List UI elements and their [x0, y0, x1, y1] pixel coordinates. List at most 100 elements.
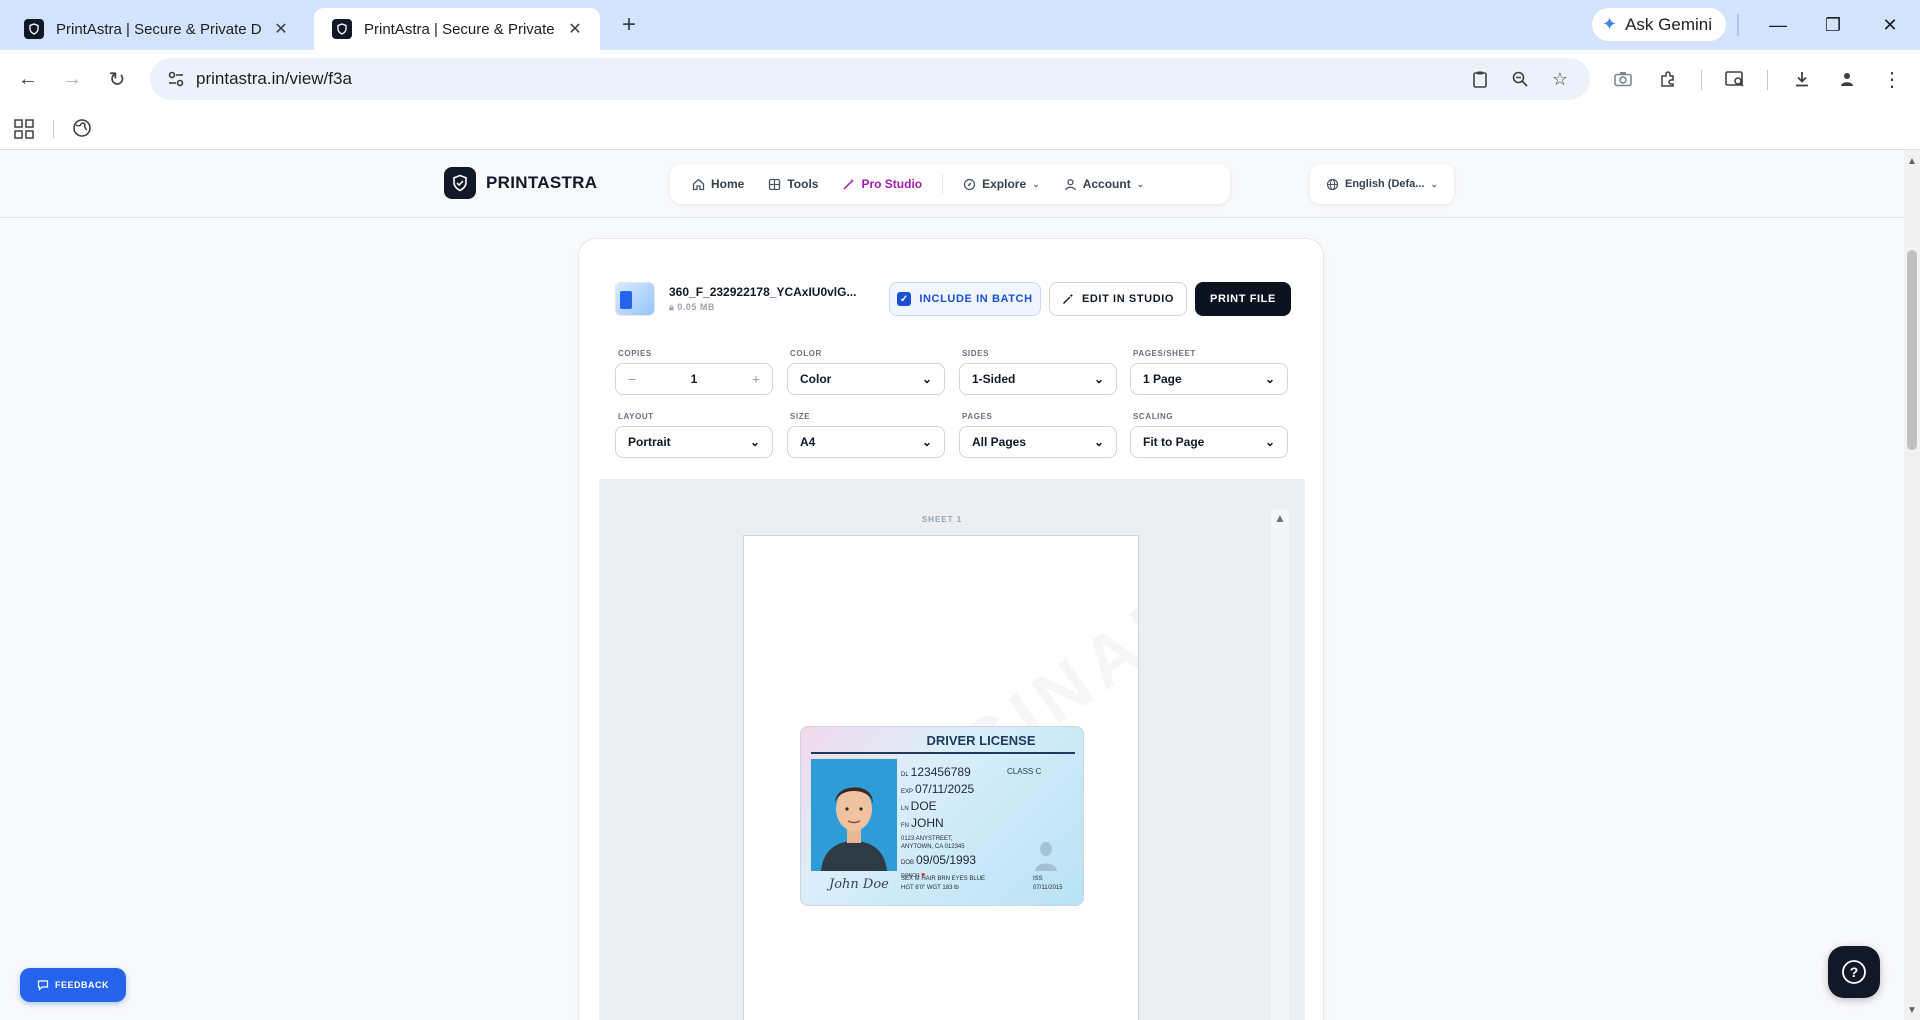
include-in-batch-toggle[interactable]: ✓ INCLUDE IN BATCH [889, 282, 1041, 316]
site-info-icon[interactable] [166, 69, 186, 89]
zoom-icon[interactable] [1508, 67, 1532, 91]
bookmark-star-icon[interactable]: ☆ [1548, 67, 1572, 91]
pages-select[interactable]: All Pages ⌄ [959, 426, 1117, 458]
scroll-down-icon[interactable]: ▼ [1907, 1005, 1917, 1016]
nav-explore-label: Explore [982, 177, 1027, 191]
print-card: 360_F_232922178_YCAxIU0vlG... 🔒︎ 0.05 MB… [578, 238, 1324, 1020]
license-photo [811, 759, 897, 871]
tab-close-icon[interactable]: ✕ [564, 18, 586, 40]
layout-option: LAYOUT Portrait ⌄ [615, 412, 773, 458]
printastra-favicon-icon [24, 19, 44, 39]
field-value: JOHN [911, 816, 944, 830]
edit-in-studio-button[interactable]: EDIT IN STUDIO [1049, 282, 1187, 316]
size-value: A4 [800, 435, 816, 449]
language-selector[interactable]: English (Defa... ⌄ [1310, 164, 1454, 204]
ask-gemini-label: Ask Gemini [1625, 14, 1713, 34]
more-menu-icon[interactable]: ⋮ [1875, 62, 1909, 96]
license-line: SEX M HAIR BRN EYES BLUE [901, 876, 986, 882]
chevron-down-icon: ⌄ [1264, 372, 1275, 386]
new-tab-button[interactable]: + [614, 12, 644, 40]
globe-icon [1326, 178, 1339, 190]
pages-label: PAGES [962, 412, 993, 421]
scrollbar-thumb[interactable] [1907, 250, 1917, 450]
nav-account-label: Account [1082, 177, 1131, 191]
browser-tab[interactable]: PrintAstra | Secure & Private Do ✕ [6, 8, 306, 50]
page-scrollbar[interactable]: ▲ ▼ [1904, 150, 1920, 1020]
field-key: EXP [901, 789, 914, 795]
forward-icon[interactable]: → [55, 62, 89, 96]
wand-icon [1062, 293, 1074, 304]
tab-title: PrintAstra | Secure & Private Do [56, 20, 262, 38]
reload-icon[interactable]: ↻ [100, 62, 134, 96]
scroll-up-icon[interactable]: ▲ [1907, 156, 1917, 167]
field-key: FN [901, 823, 909, 829]
scroll-up-icon[interactable]: ▲ [1274, 511, 1286, 525]
sides-select[interactable]: 1-Sided ⌄ [959, 363, 1117, 395]
chevron-down-icon: ⌄ [1430, 178, 1439, 189]
checkbox-checked-icon: ✓ [897, 292, 912, 306]
pages-per-sheet-option: PAGES/SHEET 1 Page ⌄ [1130, 349, 1288, 395]
scaling-value: Fit to Page [1143, 435, 1205, 449]
url-text: printastra.in/view/f3a [196, 69, 352, 88]
nav-home[interactable]: Home [682, 169, 754, 199]
file-size-text: 0.05 MB [677, 302, 715, 312]
minimize-icon[interactable]: — [1760, 10, 1796, 40]
tab-close-icon[interactable]: ✕ [270, 18, 292, 40]
ask-gemini-button[interactable]: ✦ Ask Gemini [1592, 8, 1727, 41]
nav-pro-studio-label: Pro Studio [861, 177, 923, 191]
apps-grid-icon[interactable] [13, 118, 35, 140]
browser-tab-active[interactable]: PrintAstra | Secure & Private Do ✕ [314, 8, 600, 50]
field-value: 07/11/2025 [915, 782, 975, 796]
nav-tools[interactable]: Tools [758, 169, 828, 199]
extensions-icon[interactable] [1651, 62, 1685, 96]
license-line: HGT 6'0" WGT 183 lb [901, 885, 959, 891]
scaling-select[interactable]: Fit to Page ⌄ [1130, 426, 1288, 458]
download-icon[interactable] [1785, 62, 1819, 96]
copies-value[interactable]: 1 [691, 372, 698, 386]
preview-scrollbar[interactable]: ▲ [1271, 509, 1289, 1020]
help-button[interactable]: ? [1828, 946, 1880, 998]
sides-label: SIDES [962, 349, 990, 358]
color-value: Color [800, 372, 832, 386]
nav-account[interactable]: Account ⌄ [1054, 169, 1155, 199]
minus-icon[interactable]: − [628, 371, 636, 387]
help-glyph: ? [1850, 964, 1859, 980]
help-icon: ? [1842, 960, 1866, 984]
file-size: 🔒︎ 0.05 MB [669, 302, 881, 313]
plus-icon[interactable]: + [752, 371, 760, 387]
driver-license-image: DRIVER LICENSE CLASS C DL 123456789 EXP … [800, 726, 1084, 906]
chevron-down-icon: ⌄ [921, 435, 932, 449]
window-close-icon[interactable]: ✕ [1872, 10, 1908, 40]
restore-icon[interactable]: ❐ [1815, 10, 1851, 40]
camera-icon[interactable] [1606, 62, 1640, 96]
brand[interactable]: PRINTASTRA [444, 167, 597, 199]
iss-key: ISS [1033, 876, 1043, 882]
feedback-button[interactable]: FEEDBACK [20, 968, 126, 1002]
browser-tabstrip: PrintAstra | Secure & Private Do ✕ Print… [0, 0, 1920, 50]
size-select[interactable]: A4 ⌄ [787, 426, 945, 458]
site-header: PRINTASTRA Home Tools Pro Studio Explore… [0, 150, 1904, 218]
color-select[interactable]: Color ⌄ [787, 363, 945, 395]
file-info: 360_F_232922178_YCAxIU0vlG... 🔒︎ 0.05 MB [669, 285, 881, 313]
field-value: 123456789 [910, 765, 971, 779]
page-viewport: PRINTASTRA Home Tools Pro Studio Explore… [0, 150, 1904, 1020]
layout-select[interactable]: Portrait ⌄ [615, 426, 773, 458]
divider [1767, 70, 1768, 90]
profile-avatar-icon[interactable] [1830, 62, 1864, 96]
print-file-button[interactable]: PRINT FILE [1195, 282, 1291, 316]
iss-value: 07/11/2015 [1033, 885, 1063, 891]
scaling-option: SCALING Fit to Page ⌄ [1130, 412, 1288, 458]
nav-explore[interactable]: Explore ⌄ [953, 169, 1050, 199]
back-icon[interactable]: ← [11, 62, 45, 96]
pages-per-sheet-label: PAGES/SHEET [1133, 349, 1196, 358]
field-key: DOB [901, 860, 915, 866]
pages-per-sheet-select[interactable]: 1 Page ⌄ [1130, 363, 1288, 395]
field-key: LN [901, 806, 909, 812]
nav-pro-studio[interactable]: Pro Studio [832, 169, 932, 199]
chevron-down-icon: ⌄ [1032, 178, 1040, 189]
clipboard-icon[interactable] [1468, 67, 1492, 91]
address-bar[interactable]: printastra.in/view/f3a ☆ [150, 58, 1590, 100]
sheet-label: SHEET 1 [921, 515, 963, 524]
tab-search-icon[interactable] [1718, 62, 1752, 96]
globe-icon[interactable] [72, 118, 94, 140]
